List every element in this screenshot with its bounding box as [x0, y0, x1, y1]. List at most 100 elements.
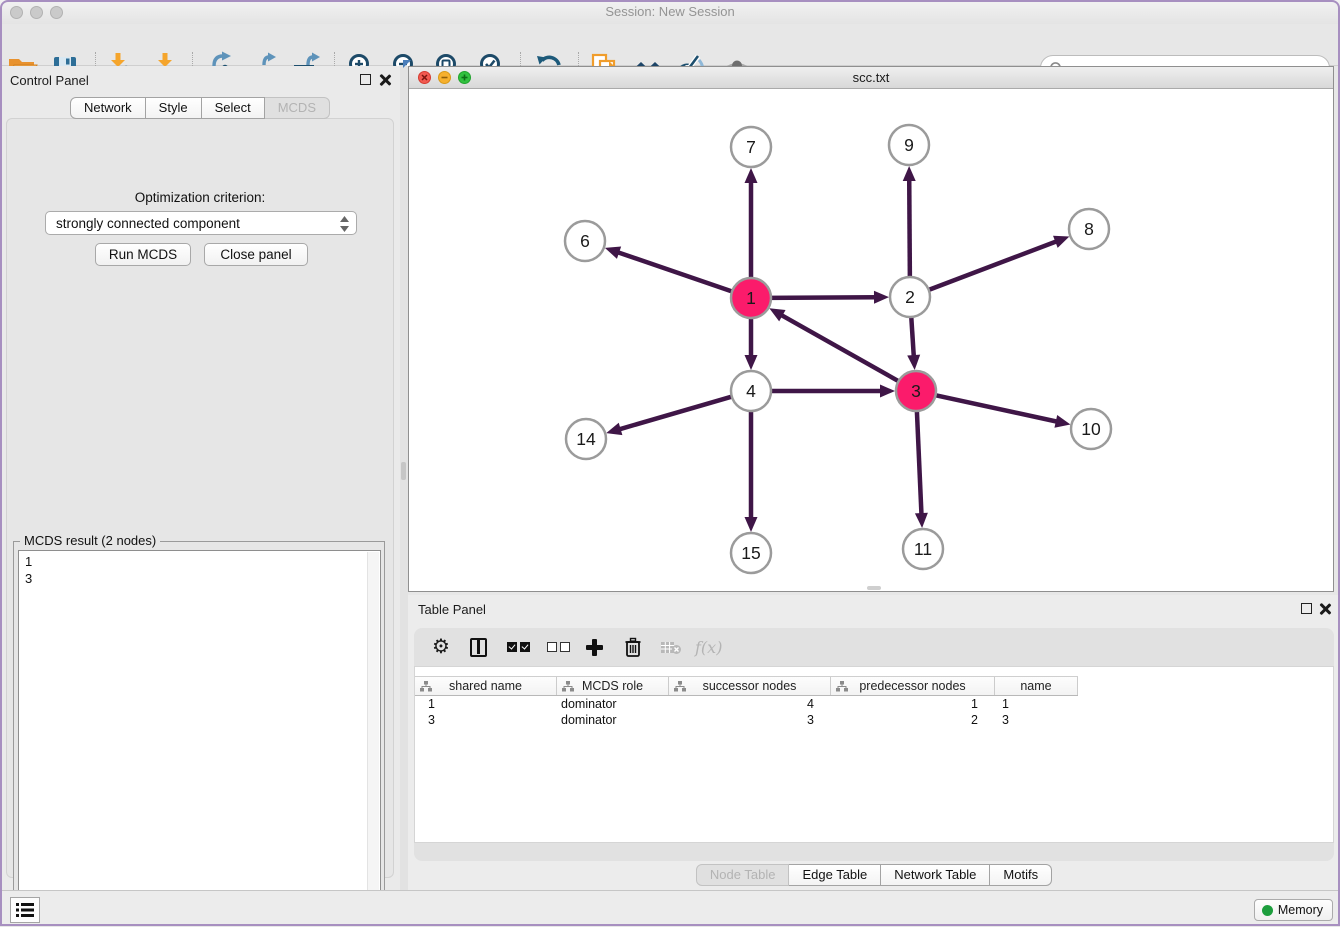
- graph-node-label: 2: [905, 287, 915, 307]
- memory-status-dot: [1262, 905, 1273, 916]
- show-columns-icon[interactable]: [470, 635, 487, 659]
- table-tabs: Node TableEdge TableNetwork TableMotifs: [408, 864, 1340, 886]
- tab-select[interactable]: Select: [202, 97, 265, 119]
- table-settings-gear-icon[interactable]: ⚙: [432, 635, 450, 659]
- graph-edge-4-14[interactable]: [618, 396, 734, 430]
- graph-node-label: 11: [914, 539, 932, 559]
- table-cell: 1: [995, 697, 1078, 713]
- delete-row-icon[interactable]: [624, 635, 642, 659]
- tab-edge-table[interactable]: Edge Table: [789, 864, 881, 886]
- table-cell: 4: [669, 697, 831, 713]
- run-mcds-button[interactable]: Run MCDS: [95, 243, 191, 266]
- network-graph[interactable]: 7968124314101511: [409, 89, 1333, 591]
- select-all-rows-icon[interactable]: [507, 635, 533, 659]
- add-row-icon[interactable]: [586, 635, 603, 659]
- tab-motifs[interactable]: Motifs: [990, 864, 1052, 886]
- selected-criterion: strongly connected component: [56, 216, 240, 231]
- tab-style[interactable]: Style: [146, 97, 202, 119]
- table-toolbar: ⚙ f(x): [414, 628, 1334, 666]
- mcds-panel: Optimization criterion: strongly connect…: [6, 118, 394, 878]
- table-panel: Table Panel ⚙ f(x) shared name MCDS role…: [408, 595, 1340, 890]
- graph-node-label: 1: [746, 288, 756, 308]
- close-table-panel-icon[interactable]: [1319, 603, 1331, 615]
- column-header-name[interactable]: name: [995, 677, 1078, 695]
- edge-arrowhead: [907, 355, 920, 370]
- column-header-successor-nodes[interactable]: successor nodes: [669, 677, 831, 695]
- edge-arrowhead: [745, 355, 758, 370]
- table-cell: 1: [831, 697, 995, 713]
- graph-edge-2-3[interactable]: [911, 315, 914, 358]
- memory-button[interactable]: Memory: [1254, 899, 1333, 921]
- graph-node-label: 15: [741, 543, 760, 563]
- graph-node-label: 6: [580, 231, 590, 251]
- edge-arrowhead: [874, 291, 889, 304]
- close-panel-icon[interactable]: [379, 74, 391, 86]
- canvas-resize-grip[interactable]: [867, 586, 881, 590]
- task-history-button[interactable]: [10, 897, 40, 923]
- graph-node-label: 7: [746, 137, 756, 157]
- close-panel-button[interactable]: Close panel: [204, 243, 308, 266]
- float-table-panel-icon[interactable]: [1301, 603, 1312, 614]
- table-cell: 3: [669, 713, 831, 729]
- delete-table-icon: [660, 635, 682, 659]
- edge-arrowhead: [880, 385, 895, 398]
- app-title: Session: New Session: [0, 4, 1340, 19]
- network-window-titlebar[interactable]: scc.txt: [409, 67, 1333, 89]
- graph-edge-1-6[interactable]: [616, 252, 734, 292]
- app-titlebar: Session: New Session: [0, 0, 1340, 24]
- network-canvas[interactable]: 7968124314101511: [409, 89, 1333, 591]
- mcds-result-area[interactable]: 1 3: [18, 550, 381, 914]
- control-panel-title: Control Panel: [10, 73, 89, 88]
- tab-node-table[interactable]: Node Table: [696, 864, 790, 886]
- edge-arrowhead: [745, 517, 758, 532]
- edge-arrowhead: [1053, 236, 1069, 248]
- tab-network-table[interactable]: Network Table: [881, 864, 990, 886]
- panel-divider-grip[interactable]: [401, 462, 406, 480]
- tab-mcds[interactable]: MCDS: [265, 97, 330, 119]
- edge-arrowhead: [606, 423, 622, 435]
- column-header-predecessor-nodes[interactable]: predecessor nodes: [831, 677, 995, 695]
- optimization-criterion-select[interactable]: strongly connected component: [45, 211, 357, 235]
- graph-edge-3-10[interactable]: [934, 395, 1059, 422]
- graph-edge-3-11[interactable]: [917, 409, 922, 516]
- optimization-criterion-label: Optimization criterion:: [7, 190, 393, 205]
- table-cell: 1: [415, 697, 557, 713]
- column-header-shared-name[interactable]: shared name: [415, 677, 557, 695]
- mcds-result-title: MCDS result (2 nodes): [20, 533, 160, 548]
- node-table-header: shared name MCDS role successor nodes pr…: [415, 676, 1078, 696]
- graph-node-label: 3: [911, 381, 921, 401]
- edge-arrowhead: [1054, 415, 1070, 428]
- select-chevrons-icon: [339, 215, 350, 233]
- network-window-title: scc.txt: [409, 70, 1333, 85]
- mcds-result-text: 1 3: [25, 553, 32, 587]
- graph-edge-1-2[interactable]: [769, 297, 877, 298]
- table-row[interactable]: 3dominator323: [415, 713, 1333, 729]
- graph-edge-2-9[interactable]: [909, 178, 910, 279]
- column-type-icon: [836, 681, 848, 692]
- column-type-icon: [562, 681, 574, 692]
- table-cell: dominator: [557, 697, 669, 713]
- column-type-icon: [420, 681, 432, 692]
- node-table: shared name MCDS role successor nodes pr…: [414, 666, 1334, 843]
- deselect-all-rows-icon[interactable]: [547, 635, 573, 659]
- tab-network[interactable]: Network: [70, 97, 146, 119]
- main-toolbar: [0, 24, 1340, 66]
- result-scrollbar[interactable]: [367, 552, 379, 914]
- function-builder-icon: f(x): [695, 635, 722, 659]
- table-bottom-strip: [414, 843, 1334, 861]
- table-cell: 3: [415, 713, 557, 729]
- graph-node-label: 14: [576, 429, 596, 449]
- control-panel: Control Panel NetworkStyleSelectMCDS Opt…: [0, 66, 400, 890]
- graph-edge-3-1[interactable]: [780, 314, 901, 382]
- table-panel-header: Table Panel: [408, 595, 1340, 623]
- graph-node-label: 8: [1084, 219, 1094, 239]
- graph-edge-2-8[interactable]: [927, 241, 1058, 291]
- node-table-body: 1dominator4113dominator323: [415, 697, 1333, 729]
- table-row[interactable]: 1dominator411: [415, 697, 1333, 713]
- column-header-mcds-role[interactable]: MCDS role: [557, 677, 669, 695]
- list-icon: [11, 898, 39, 922]
- float-panel-icon[interactable]: [360, 74, 371, 85]
- control-panel-header: Control Panel: [0, 66, 400, 94]
- column-type-icon: [674, 681, 686, 692]
- control-panel-tabs: NetworkStyleSelectMCDS: [0, 97, 400, 119]
